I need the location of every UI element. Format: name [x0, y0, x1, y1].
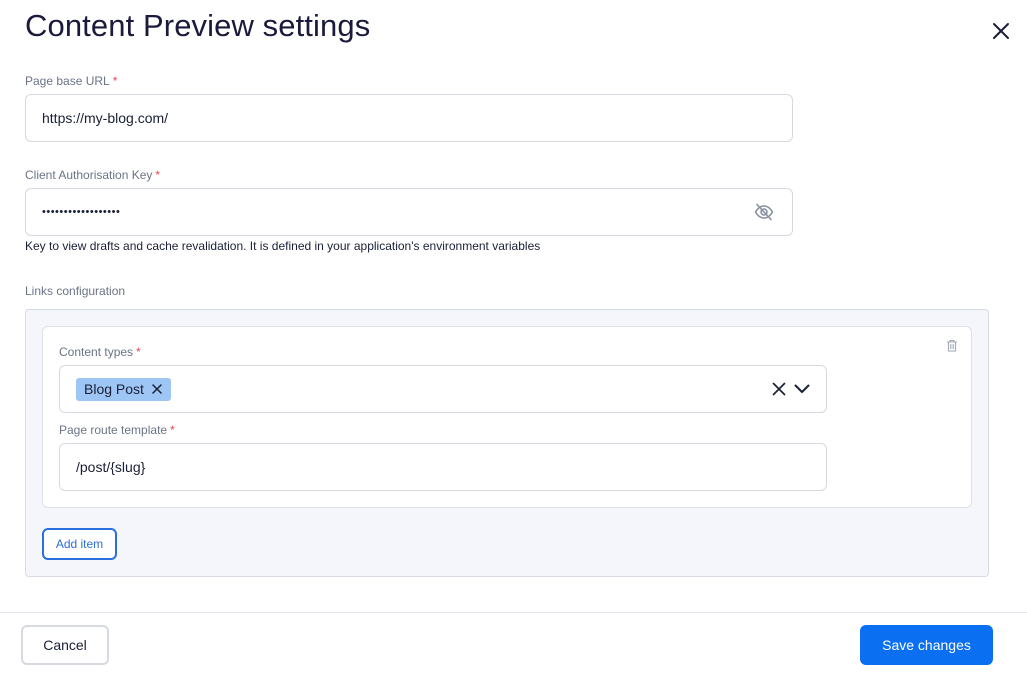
auth-key-label: Client Authorisation Key *: [25, 168, 160, 182]
close-dialog-button[interactable]: [990, 20, 1012, 42]
content-types-select[interactable]: Blog Post: [59, 365, 827, 413]
route-template-label: Page route template *: [59, 423, 175, 437]
base-url-label: Page base URL *: [25, 74, 117, 88]
auth-key-help-text: Key to view drafts and cache revalidatio…: [25, 239, 541, 253]
route-template-label-text: Page route template: [59, 423, 168, 437]
required-mark: *: [136, 345, 141, 359]
required-mark: *: [155, 168, 161, 182]
eye-off-icon: [754, 203, 774, 221]
add-item-button[interactable]: Add item: [42, 528, 117, 560]
close-icon: [152, 384, 162, 394]
cancel-button[interactable]: Cancel: [21, 625, 109, 665]
dialog-title: Content Preview settings: [25, 8, 371, 43]
auth-key-input[interactable]: ••••••••••••••••••: [42, 206, 754, 218]
clear-selection-button[interactable]: [772, 382, 786, 396]
auth-key-label-text: Client Authorisation Key: [25, 168, 153, 182]
base-url-input[interactable]: [42, 110, 792, 126]
close-icon: [772, 382, 786, 396]
close-icon: [993, 23, 1009, 39]
route-template-field[interactable]: [59, 443, 827, 491]
required-mark: *: [112, 74, 118, 88]
chevron-down-icon: [794, 384, 810, 393]
remove-chip-button[interactable]: [152, 384, 162, 394]
content-types-label-text: Content types: [59, 345, 134, 359]
dropdown-toggle-button[interactable]: [794, 384, 810, 394]
content-types-label: Content types *: [59, 345, 141, 359]
route-template-input[interactable]: [76, 459, 826, 475]
links-configuration-label: Links configuration: [25, 284, 126, 298]
delete-item-button[interactable]: [945, 338, 959, 352]
chip-label: Blog Post: [84, 381, 144, 397]
save-changes-button[interactable]: Save changes: [860, 625, 993, 665]
content-type-chip: Blog Post: [76, 377, 171, 401]
toggle-visibility-button[interactable]: [754, 203, 774, 221]
auth-key-field[interactable]: ••••••••••••••••••: [25, 188, 793, 236]
base-url-field[interactable]: [25, 94, 793, 142]
base-url-label-text: Page base URL: [25, 74, 110, 88]
required-mark: *: [170, 423, 175, 437]
trash-icon: [947, 339, 957, 352]
